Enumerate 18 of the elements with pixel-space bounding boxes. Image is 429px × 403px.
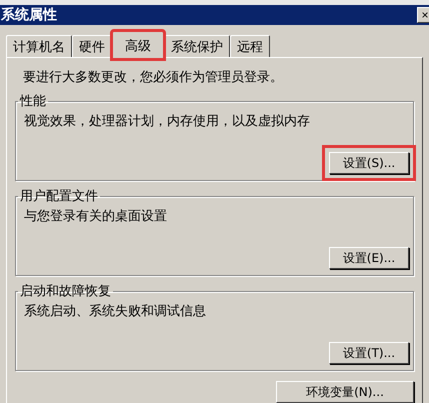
environment-variables-button[interactable]: 环境变量(N)... xyxy=(276,381,414,403)
tab[interactable]: 远程 xyxy=(230,35,270,57)
tab[interactable]: 计算机名 xyxy=(6,35,72,57)
group-title: 性能 xyxy=(18,93,47,110)
tab[interactable]: 硬件 xyxy=(72,35,112,57)
notice-text: 要进行大多数更改，您必须作为管理员登录。 xyxy=(22,69,284,86)
group-description: 系统启动、系统失败和调试信息 xyxy=(24,303,207,320)
window-title: 系统属性 xyxy=(1,6,57,24)
tab[interactable]: 高级 xyxy=(112,31,164,59)
group-description: 与您登录有关的桌面设置 xyxy=(24,208,168,225)
settings-button[interactable]: 设置(E)... xyxy=(329,247,409,269)
group-description: 视觉效果，处理器计划，内存使用，以及虚拟内存 xyxy=(24,113,311,130)
group-title: 启动和故障恢复 xyxy=(19,283,112,300)
group-title: 用户配置文件 xyxy=(19,188,99,205)
settings-button[interactable]: 设置(S)... xyxy=(329,152,409,174)
tab[interactable]: 系统保护 xyxy=(164,35,230,57)
close-button[interactable]: × xyxy=(417,6,429,23)
settings-button[interactable]: 设置(T)... xyxy=(329,342,409,364)
